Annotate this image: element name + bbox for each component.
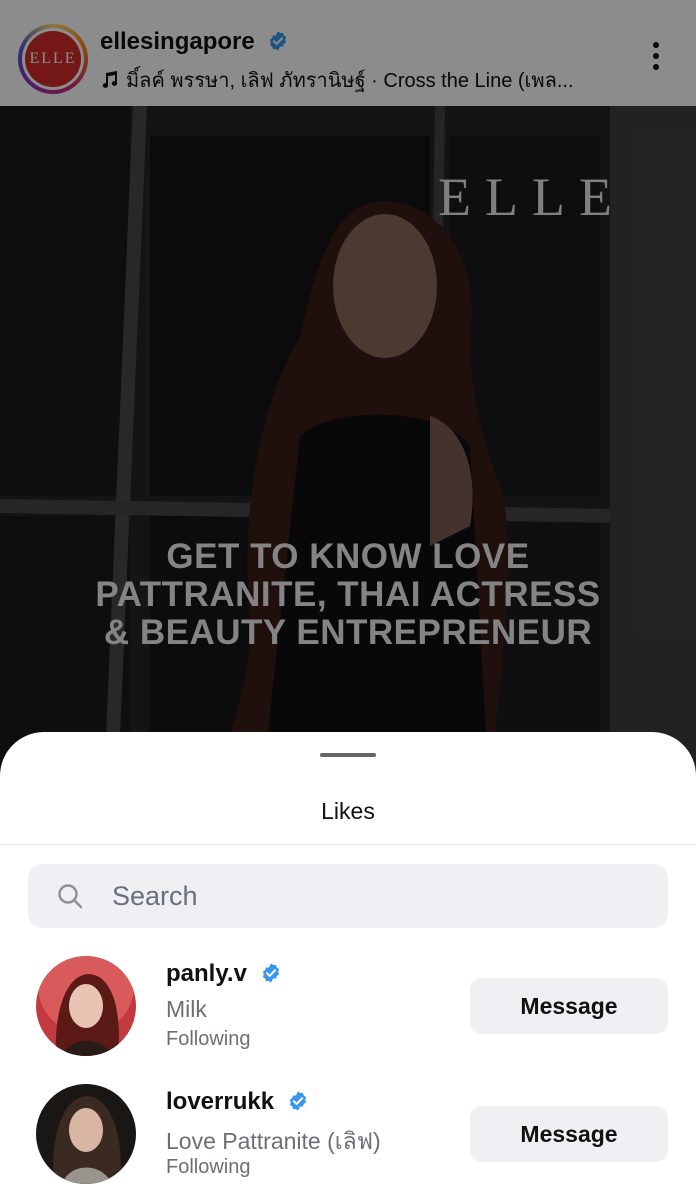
verified-badge-icon <box>289 1091 306 1111</box>
search-input[interactable] <box>112 864 632 928</box>
verified-badge-icon <box>262 963 279 983</box>
user-username[interactable]: panly.v <box>166 960 282 988</box>
message-button[interactable]: Message <box>470 1106 668 1162</box>
user-username-text[interactable]: loverrukk <box>166 1088 274 1115</box>
user-display-name: Milk <box>166 996 207 1022</box>
avatar[interactable] <box>36 1084 136 1184</box>
sheet-drag-handle[interactable] <box>320 753 376 757</box>
list-item[interactable]: loverrukk Love Pattranite (เลิฟ) Followi… <box>0 1084 696 1194</box>
user-display-name: Love Pattranite (เลิฟ) <box>166 1128 381 1154</box>
user-follow-status: Following <box>166 1156 251 1178</box>
user-username[interactable]: loverrukk <box>166 1088 309 1116</box>
sheet-title: Likes <box>321 798 375 824</box>
user-username-text[interactable]: panly.v <box>166 960 247 987</box>
divider <box>0 844 696 845</box>
message-button[interactable]: Message <box>470 978 668 1034</box>
search-bar[interactable] <box>28 864 668 928</box>
list-item[interactable]: panly.v Milk Following Message <box>0 956 696 1066</box>
avatar[interactable] <box>36 956 136 1056</box>
user-follow-status: Following <box>166 1028 251 1050</box>
likes-sheet: Likes panly.v Milk Following <box>0 732 696 1200</box>
search-icon <box>58 884 83 909</box>
